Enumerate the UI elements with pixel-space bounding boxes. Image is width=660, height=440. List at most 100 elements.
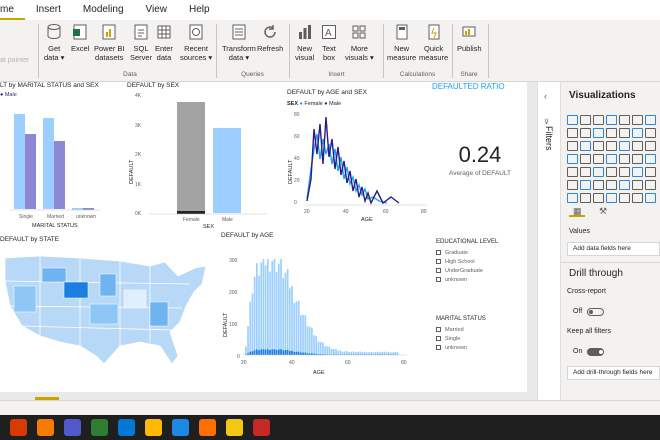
- age-bar-male[interactable]: [308, 353, 311, 355]
- visual-type-icon[interactable]: [593, 167, 604, 177]
- age-bar-male[interactable]: [258, 350, 260, 355]
- visual-type-icon[interactable]: [593, 154, 604, 164]
- visual-type-icon[interactable]: [645, 180, 656, 190]
- age-bar[interactable]: [302, 314, 304, 355]
- checkbox[interactable]: [436, 250, 441, 255]
- values-field-well[interactable]: Add data fields here: [567, 242, 660, 256]
- age-bars[interactable]: [245, 259, 399, 355]
- age-bar[interactable]: [280, 259, 282, 355]
- filters-pane[interactable]: ‹ Filters ⊽: [537, 82, 561, 400]
- bar-married-female[interactable]: [43, 118, 54, 209]
- age-bar[interactable]: [328, 346, 331, 355]
- visual-type-icon[interactable]: [593, 115, 604, 125]
- slicer-item[interactable]: UnderGraduate: [436, 266, 483, 275]
- visual-type-icon[interactable]: [619, 180, 630, 190]
- age-bar[interactable]: [262, 259, 265, 355]
- visual-type-icon[interactable]: [593, 180, 604, 190]
- visual-type-icon[interactable]: [580, 128, 591, 138]
- visual-type-icon[interactable]: [567, 180, 578, 190]
- age-bar-male[interactable]: [302, 352, 304, 355]
- pdf-icon[interactable]: [253, 419, 270, 436]
- age-bar-male[interactable]: [271, 349, 274, 355]
- age-bar[interactable]: [286, 269, 289, 355]
- visual-type-icon[interactable]: [567, 193, 578, 203]
- age-bar[interactable]: [273, 259, 276, 355]
- powerbi-app-icon[interactable]: [226, 419, 243, 436]
- new-measure-button[interactable]: New measure: [387, 23, 416, 62]
- age-bar-male[interactable]: [247, 353, 249, 355]
- age-bar[interactable]: [304, 315, 307, 355]
- visual-type-icon[interactable]: [645, 193, 656, 203]
- visual-type-icon[interactable]: [619, 141, 630, 151]
- age-bar-male[interactable]: [304, 352, 307, 355]
- state-highlight[interactable]: [63, 281, 89, 299]
- age-bar[interactable]: [300, 315, 302, 355]
- network-icon[interactable]: [118, 419, 135, 436]
- age-bar[interactable]: [335, 349, 337, 355]
- visual-type-icon[interactable]: [619, 128, 630, 138]
- age-bar-male[interactable]: [291, 350, 293, 355]
- slicer-item[interactable]: Married: [436, 325, 467, 334]
- age-bar-male[interactable]: [273, 349, 276, 355]
- age-bar[interactable]: [306, 326, 309, 355]
- sex-chart[interactable]: 4K 3K 2K 1K 0K DEFAULT Female Male SEX: [127, 92, 272, 232]
- state-map[interactable]: [0, 246, 215, 376]
- visual-type-icon[interactable]: [619, 115, 630, 125]
- age-bar[interactable]: [311, 327, 313, 355]
- age-bar[interactable]: [275, 271, 278, 355]
- checkbox[interactable]: [436, 327, 441, 332]
- visual-type-icon[interactable]: [632, 193, 643, 203]
- recent-sources-button[interactable]: Recent sources ▾: [180, 23, 212, 62]
- age-bar[interactable]: [324, 346, 326, 355]
- age-bar[interactable]: [322, 342, 324, 355]
- agesex-chart[interactable]: 80 60 40 20 0 DEFAULT 20 40 60 80 AGE: [287, 109, 432, 224]
- bar-single-male[interactable]: [25, 134, 36, 209]
- visual-type-icon[interactable]: [632, 141, 643, 151]
- age-bar-male[interactable]: [262, 349, 265, 355]
- age-bar[interactable]: [293, 303, 296, 355]
- visual-type-icon[interactable]: [632, 167, 643, 177]
- excel-button[interactable]: Excel: [71, 23, 89, 53]
- bar-married-male[interactable]: [54, 141, 65, 209]
- visual-type-icon[interactable]: [606, 180, 617, 190]
- age-bar[interactable]: [344, 351, 346, 355]
- get-data-button[interactable]: Get data ▾: [44, 23, 64, 62]
- age-bar[interactable]: [330, 348, 333, 355]
- age-bar-male[interactable]: [275, 350, 278, 355]
- line-male[interactable]: [306, 116, 400, 205]
- age-bar-male[interactable]: [249, 351, 252, 355]
- age-bar-male[interactable]: [267, 349, 269, 355]
- menu-home[interactable]: me: [0, 0, 25, 20]
- visual-type-icon[interactable]: [593, 193, 604, 203]
- age-bar[interactable]: [346, 351, 348, 355]
- checkbox[interactable]: [436, 259, 441, 264]
- bar-unknown-male[interactable]: [83, 208, 94, 210]
- visual-type-icon[interactable]: [645, 128, 656, 138]
- age-bar[interactable]: [315, 335, 318, 355]
- transform-data-button[interactable]: Transform data ▾: [222, 23, 256, 62]
- age-chart[interactable]: 300 200 100 0 DEFAULT 20 40 60 80 AGE: [221, 242, 411, 387]
- vlc-icon[interactable]: [199, 419, 216, 436]
- bar-single-female[interactable]: [14, 114, 25, 209]
- visual-type-icon[interactable]: [580, 154, 591, 164]
- bar-female[interactable]: [177, 102, 205, 213]
- age-bar[interactable]: [339, 350, 342, 355]
- menu-help[interactable]: Help: [178, 0, 221, 20]
- visual-type-icon[interactable]: [580, 141, 591, 151]
- refresh-button[interactable]: Refresh: [257, 23, 283, 53]
- sql-server-button[interactable]: SQL Server: [130, 23, 152, 62]
- age-bar-male[interactable]: [269, 350, 271, 355]
- age-bar[interactable]: [269, 271, 271, 355]
- checkbox[interactable]: [436, 345, 441, 350]
- visual-type-icon[interactable]: [580, 193, 591, 203]
- slicer-item[interactable]: Single: [436, 334, 467, 343]
- text-box-button[interactable]: A Text box: [321, 23, 337, 62]
- visual-type-icon[interactable]: [567, 141, 578, 151]
- visual-type-icon[interactable]: [619, 154, 630, 164]
- mail-icon[interactable]: [172, 419, 189, 436]
- age-bar-male[interactable]: [306, 353, 309, 355]
- collapse-icon[interactable]: ‹: [544, 91, 547, 101]
- visual-type-icon[interactable]: [606, 193, 617, 203]
- age-bar-male[interactable]: [260, 349, 263, 355]
- age-bar[interactable]: [267, 259, 269, 355]
